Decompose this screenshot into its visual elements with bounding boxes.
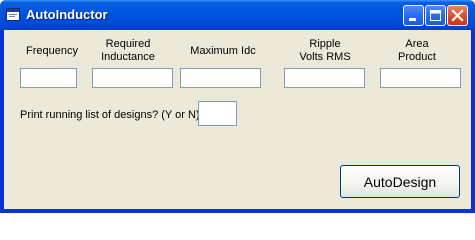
required-inductance-label: Required Inductance (101, 38, 155, 63)
dialog-body: Frequency Required Inductance Maximum Id… (4, 30, 471, 209)
maximum-idc-field[interactable] (180, 68, 261, 88)
maximize-button[interactable] (425, 5, 446, 26)
minimize-button[interactable] (403, 5, 424, 26)
ripple-volts-rms-field[interactable] (284, 68, 365, 88)
close-icon (451, 9, 464, 22)
print-list-field[interactable] (198, 101, 237, 126)
required-inductance-field[interactable] (92, 68, 173, 88)
area-product-label: Area Product (398, 38, 436, 63)
area-product-field[interactable] (380, 68, 461, 88)
ripple-volts-rms-label: Ripple Volts RMS (299, 38, 351, 63)
title-bar[interactable]: AutoInductor (0, 0, 475, 30)
maximize-icon (430, 10, 441, 21)
app-window-icon (6, 8, 20, 21)
close-button[interactable] (447, 5, 468, 26)
minimize-icon (409, 18, 416, 21)
autodesign-button[interactable]: AutoDesign (340, 165, 460, 198)
maximum-idc-label: Maximum Idc (190, 45, 256, 57)
frequency-label: Frequency (26, 45, 78, 57)
window-title: AutoInductor (26, 7, 108, 22)
print-list-label: Print running list of designs? (Y or N): (20, 109, 203, 121)
autoinductor-window: AutoInductor Frequency Required Inductan… (0, 0, 475, 213)
frequency-field[interactable] (20, 68, 77, 88)
